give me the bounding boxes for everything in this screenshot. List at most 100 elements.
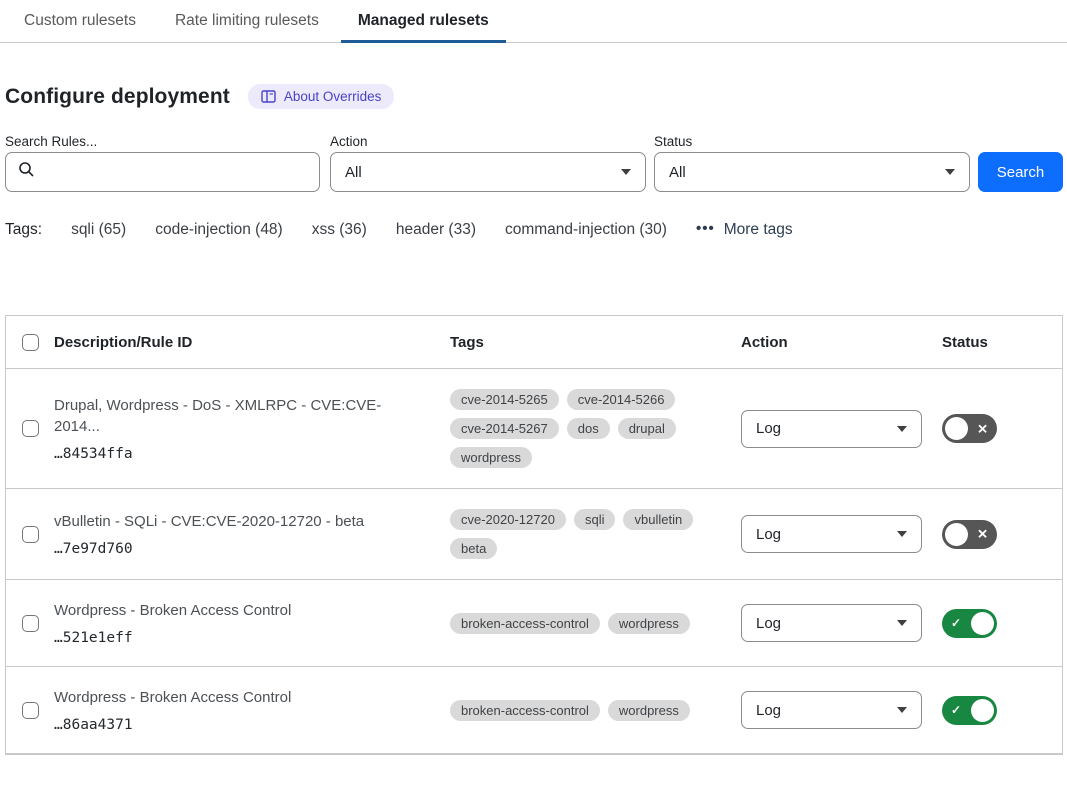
chevron-down-icon [897,531,907,537]
about-overrides-badge[interactable]: About Overrides [248,84,395,109]
table-row: Wordpress - Broken Access Control …521e1… [6,580,1062,667]
rule-description: vBulletin - SQLi - CVE:CVE-2020-12720 - … [54,511,426,532]
more-tags-button[interactable]: ••• More tags [696,221,793,239]
rule-description: Wordpress - Broken Access Control [54,687,426,708]
rule-id: …86aa4371 [54,717,426,733]
chevron-down-icon [897,707,907,713]
rule-action-value: Log [756,526,781,543]
status-filter-value: All [669,164,686,181]
tags-bar-label: Tags: [5,221,42,239]
rule-id: …84534ffa [54,446,426,462]
tag-filter-link[interactable]: command-injection (30) [505,221,667,239]
table-row: vBulletin - SQLi - CVE:CVE-2020-12720 - … [6,489,1062,580]
action-filter-value: All [345,164,362,181]
rule-action-select[interactable]: Log [741,691,922,729]
toggle-knob [971,612,994,635]
rule-action-select[interactable]: Log [741,515,922,553]
toggle-knob [945,417,968,440]
rule-action-select[interactable]: Log [741,410,922,448]
x-icon: ✕ [977,528,988,541]
rule-action-select[interactable]: Log [741,604,922,642]
search-rules-box [5,152,320,192]
search-rules-label: Search Rules... [5,134,97,149]
tab-rate-limiting-rulesets[interactable]: Rate limiting rulesets [158,0,336,42]
rule-id: …521e1eff [54,630,426,646]
rule-description: Drupal, Wordpress - DoS - XMLRPC - CVE:C… [54,395,426,437]
status-filter-label: Status [654,134,692,149]
tag-filter-link[interactable]: sqli (65) [71,221,126,239]
search-button[interactable]: Search [978,152,1063,192]
rule-action-value: Log [756,702,781,719]
rule-tags: broken-access-control wordpress [450,700,741,721]
rule-action-value: Log [756,420,781,437]
tag-pill: wordpress [450,447,532,468]
rule-status-toggle[interactable]: ✓ ✕ [942,696,997,725]
tab-custom-rulesets[interactable]: Custom rulesets [7,0,153,42]
toggle-knob [945,523,968,546]
chevron-down-icon [621,169,631,175]
column-tags: Tags [450,334,741,351]
select-all-checkbox[interactable] [22,334,39,351]
rule-tags: cve-2020-12720 sqli vbulletin beta [450,509,741,559]
about-overrides-label: About Overrides [284,89,382,104]
row-checkbox[interactable] [22,615,39,632]
rule-action-value: Log [756,615,781,632]
tag-pill: beta [450,538,497,559]
ellipsis-icon: ••• [696,220,715,237]
row-checkbox[interactable] [22,702,39,719]
tag-pill: sqli [574,509,616,530]
rule-id: …7e97d760 [54,541,426,557]
rule-status-toggle[interactable]: ✓ ✕ [942,609,997,638]
action-filter-select[interactable]: All [330,152,646,192]
column-status: Status [942,334,1062,351]
row-checkbox[interactable] [22,526,39,543]
search-rules-input[interactable] [43,153,319,191]
book-icon [261,90,276,103]
tab-managed-rulesets[interactable]: Managed rulesets [341,0,506,42]
tag-pill: cve-2014-5266 [567,389,676,410]
tag-pill: cve-2014-5267 [450,418,559,439]
tags-bar: Tags: sqli (65) code-injection (48) xss (3… [5,221,793,239]
table-row: Wordpress - Broken Access Control …86aa4… [6,667,1062,754]
tag-pill: broken-access-control [450,700,600,721]
tag-pill: wordpress [608,613,690,634]
page-title: Configure deployment [5,85,230,109]
column-description: Description/Rule ID [54,334,450,351]
rule-description: Wordpress - Broken Access Control [54,600,426,621]
search-icon [18,161,35,183]
rule-status-toggle[interactable]: ✓ ✕ [942,414,997,443]
rule-tags: broken-access-control wordpress [450,613,741,634]
tag-pill: drupal [618,418,676,439]
toggle-knob [971,699,994,722]
x-icon: ✕ [977,422,988,435]
tag-pill: cve-2014-5265 [450,389,559,410]
tag-filter-link[interactable]: xss (36) [312,221,367,239]
rule-status-toggle[interactable]: ✓ ✕ [942,520,997,549]
tag-pill: wordpress [608,700,690,721]
chevron-down-icon [897,426,907,432]
rule-tags: cve-2014-5265 cve-2014-5266 cve-2014-5267 d… [450,389,741,468]
chevron-down-icon [945,169,955,175]
check-icon: ✓ [951,617,961,629]
ruleset-tabbar: Custom rulesets Rate limiting rulesets M… [0,0,1067,43]
rules-table-header: Description/Rule ID Tags Action Status [6,316,1062,369]
tag-pill: vbulletin [623,509,693,530]
status-filter-select[interactable]: All [654,152,970,192]
table-row: Drupal, Wordpress - DoS - XMLRPC - CVE:C… [6,369,1062,489]
action-filter-label: Action [330,134,368,149]
tag-pill: cve-2020-12720 [450,509,566,530]
rules-table-body: Drupal, Wordpress - DoS - XMLRPC - CVE:C… [6,369,1062,754]
check-icon: ✓ [951,704,961,716]
tag-pill: dos [567,418,610,439]
row-checkbox[interactable] [22,420,39,437]
chevron-down-icon [897,620,907,626]
tags-bar-list: sqli (65) code-injection (48) xss (36) head… [71,221,667,239]
managed-rulesets-page: Custom rulesets Rate limiting rulesets M… [0,0,1067,795]
tag-filter-link[interactable]: header (33) [396,221,476,239]
more-tags-label: More tags [724,221,793,239]
rules-table: Description/Rule ID Tags Action Status D… [5,315,1063,755]
column-action: Action [741,334,942,351]
tag-filter-link[interactable]: code-injection (48) [155,221,283,239]
tag-pill: broken-access-control [450,613,600,634]
page-head: Configure deployment About Overrides [5,84,394,109]
